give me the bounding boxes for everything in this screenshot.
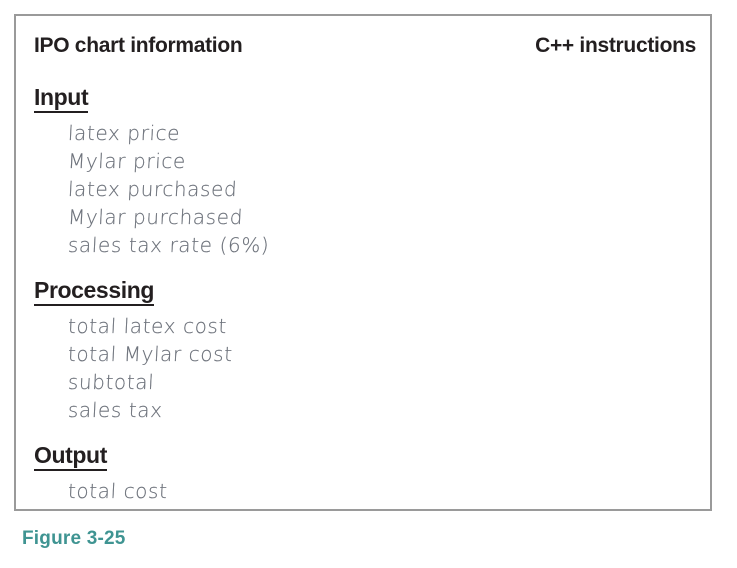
list-item: Mylar price (67, 149, 187, 173)
list-item: total Mylar cost (67, 342, 234, 366)
list-item: latex purchased (67, 177, 238, 201)
list-item: total latex cost (67, 314, 228, 338)
section-processing: Processing total latex cost total Mylar … (34, 277, 414, 424)
list-item: total cost (67, 479, 169, 503)
ipo-chart-figure-box: IPO chart information C++ instructions I… (14, 14, 712, 511)
section-title-output: Output (34, 442, 107, 471)
column-header-ipo-chart-information: IPO chart information (34, 34, 243, 57)
section-output: Output total cost (34, 442, 414, 505)
column-header-cpp-instructions: C++ instructions (535, 34, 696, 57)
item-list-output: total cost (34, 477, 414, 505)
list-item: sales tax rate (6%) (67, 233, 270, 257)
ipo-sections-left-column: Input latex price Mylar price latex purc… (34, 84, 414, 505)
section-title-input: Input (34, 84, 89, 113)
item-list-processing: total latex cost total Mylar cost subtot… (34, 312, 414, 424)
section-title-processing: Processing (34, 277, 154, 306)
column-header-row: IPO chart information C++ instructions (16, 34, 710, 64)
list-item: Mylar purchased (67, 205, 244, 229)
figure-caption: Figure 3-25 (22, 528, 126, 549)
list-item: subtotal (67, 370, 155, 394)
section-input: Input latex price Mylar price latex purc… (34, 84, 414, 259)
item-list-input: latex price Mylar price latex purchased … (34, 119, 414, 259)
list-item: sales tax (67, 398, 164, 422)
list-item: latex price (67, 121, 181, 145)
